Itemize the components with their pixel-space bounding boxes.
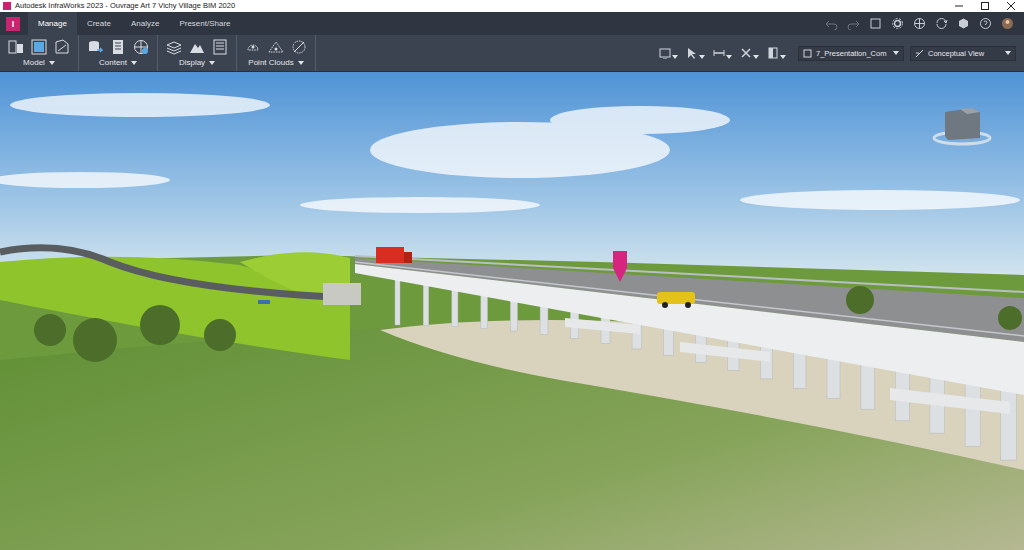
viewport-tool-button[interactable] <box>767 47 786 59</box>
window-controls <box>946 0 1024 12</box>
ribbon-tool-icon[interactable] <box>291 39 307 55</box>
clouds <box>0 93 1020 213</box>
app-logo[interactable]: I <box>6 17 20 31</box>
ribbon-tool-icon[interactable] <box>133 39 149 55</box>
close-icon <box>1007 2 1015 10</box>
close-button[interactable] <box>998 0 1024 12</box>
quick-access-icon[interactable] <box>891 17 904 30</box>
title-bar: Autodesk InfraWorks 2023 - Ouvrage Art 7… <box>0 0 1024 12</box>
location-marker-icon[interactable] <box>613 251 627 282</box>
ribbon-tab[interactable]: Analyze <box>121 12 169 35</box>
ribbon-tool-icon[interactable] <box>166 39 182 55</box>
ribbon-tab[interactable]: Create <box>77 12 121 35</box>
ribbon-group: Model <box>0 35 79 71</box>
caret-icon <box>780 55 786 59</box>
ribbon-icon-row <box>87 39 149 55</box>
viewport[interactable] <box>0 72 1024 550</box>
quick-access-icon[interactable] <box>913 17 926 30</box>
abutment <box>323 283 361 305</box>
ribbon-group: Display <box>158 35 237 71</box>
viewport-tool-button[interactable] <box>659 47 678 59</box>
trees <box>34 286 1022 362</box>
window-title: Autodesk InfraWorks 2023 - Ouvrage Art 7… <box>15 0 235 12</box>
viewport-tool-icon[interactable] <box>740 47 752 59</box>
ribbon-tool-icon[interactable] <box>268 39 284 55</box>
bridge-pier <box>1001 387 1017 460</box>
caret-icon <box>49 61 55 65</box>
ribbon-tool-icon[interactable] <box>87 39 103 55</box>
caret-icon <box>1005 51 1011 55</box>
viewport-tool-button[interactable] <box>686 47 705 59</box>
bridge-railing <box>355 256 1024 292</box>
ribbon-tab[interactable]: Present/Share <box>169 12 240 35</box>
maximize-button[interactable] <box>972 0 998 12</box>
caret-icon <box>209 61 215 65</box>
pier-cap <box>890 388 1010 414</box>
car <box>657 292 695 308</box>
truck <box>376 247 412 263</box>
caret-icon <box>753 55 759 59</box>
ribbon-group-label[interactable]: Display <box>179 58 215 67</box>
view-cube-icon[interactable] <box>934 108 990 144</box>
style-icon <box>915 49 924 58</box>
minimize-button[interactable] <box>946 0 972 12</box>
ribbon-group-label[interactable]: Content <box>99 58 137 67</box>
ribbon-group: Content <box>79 35 158 71</box>
caret-icon <box>726 55 732 59</box>
ribbon-tool-icon[interactable] <box>54 39 70 55</box>
view-dropdown[interactable]: Conceptual View <box>910 46 1016 61</box>
quick-access-icon[interactable] <box>935 17 948 30</box>
caret-icon <box>672 55 678 59</box>
car <box>258 300 270 304</box>
ribbon-tool-icon[interactable] <box>189 39 205 55</box>
viewport-tool-icon[interactable] <box>713 47 725 59</box>
caret-icon <box>893 51 899 55</box>
maximize-icon <box>981 2 989 10</box>
caret-icon <box>298 61 304 65</box>
caret-icon <box>699 55 705 59</box>
ribbon-icon-row <box>245 39 307 55</box>
bridge-pier <box>861 360 875 409</box>
infraworks-window: Autodesk InfraWorks 2023 - Ouvrage Art 7… <box>0 0 1024 550</box>
ribbon-icon-row <box>8 39 70 55</box>
ribbon-tool-icon[interactable] <box>31 39 47 55</box>
ribbon-tab[interactable]: Manage <box>28 12 77 35</box>
quick-access-icon[interactable] <box>957 17 970 30</box>
view-dropdown[interactable]: 7_Presentation_Com <box>798 46 904 61</box>
ribbon-group-label[interactable]: Point Clouds <box>248 58 303 67</box>
ribbon-tool-icon[interactable] <box>8 39 24 55</box>
caret-icon <box>131 61 137 65</box>
bridge-pier <box>965 380 980 446</box>
viewport-tool-button[interactable] <box>740 47 759 59</box>
bookmark-icon <box>803 49 812 58</box>
tab-bar: I ManageCreateAnalyzePresent/Share <box>0 12 1024 35</box>
quick-access-icon[interactable] <box>847 17 860 30</box>
quick-access-icon[interactable] <box>869 17 882 30</box>
distant-hills <box>0 255 1024 550</box>
ribbon-tool-icon[interactable] <box>212 39 228 55</box>
viewport-tools <box>659 35 798 71</box>
ribbon-tool-icon[interactable] <box>245 39 261 55</box>
viewport-tool-icon[interactable] <box>659 47 671 59</box>
ribbon-group-label[interactable]: Model <box>23 58 55 67</box>
viewport-tool-button[interactable] <box>713 47 732 59</box>
quick-access-icon[interactable] <box>825 17 838 30</box>
access-road <box>0 248 350 298</box>
ribbon-group: Point Clouds <box>237 35 316 71</box>
quick-access-toolbar <box>825 12 1024 35</box>
ribbon-tool-icon[interactable] <box>110 39 126 55</box>
viewport-tool-icon[interactable] <box>686 47 698 59</box>
viewport-tool-icon[interactable] <box>767 47 779 59</box>
ribbon-toolbar: Model Content Display Point Clouds 7_Present… <box>0 35 1024 72</box>
ribbon-icon-row <box>166 39 228 55</box>
3d-viewport-scene[interactable] <box>0 72 1024 550</box>
bridge-girder <box>355 264 1024 395</box>
quick-access-icon[interactable] <box>1001 17 1014 30</box>
bridge-railing <box>355 262 1024 336</box>
view-dropdowns: 7_Presentation_Com Conceptual View <box>798 35 1024 71</box>
minimize-icon <box>955 2 963 10</box>
app-icon <box>3 2 11 10</box>
quick-access-icon[interactable] <box>979 17 992 30</box>
